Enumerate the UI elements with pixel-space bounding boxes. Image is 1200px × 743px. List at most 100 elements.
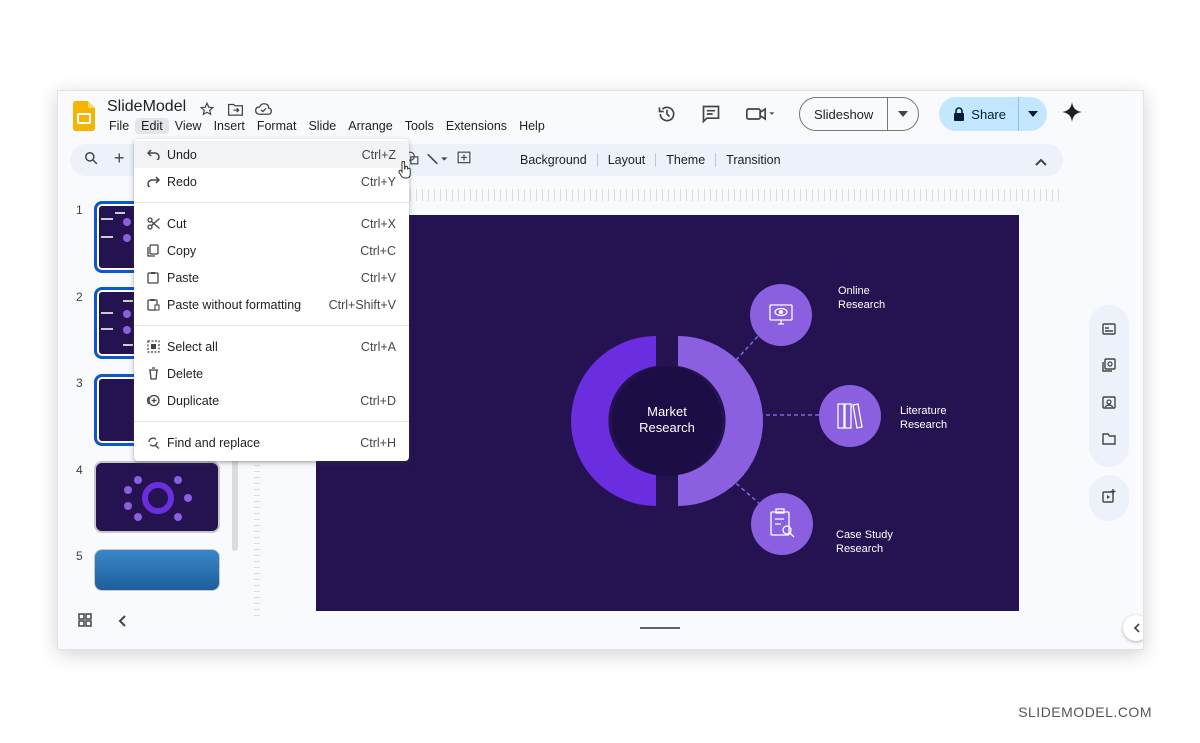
center-label: Market Research — [607, 404, 727, 436]
share-button-group: Share — [939, 97, 1047, 131]
add-comment-icon[interactable] — [457, 151, 471, 170]
slideshow-button[interactable]: Slideshow — [800, 98, 889, 130]
menu-item-label: Copy — [167, 243, 197, 258]
menu-item-label: Find and replace — [167, 435, 261, 450]
meet-camera-icon[interactable] — [743, 102, 779, 126]
menu-tools[interactable]: Tools — [399, 118, 440, 134]
new-slide-icon[interactable]: + — [114, 148, 125, 169]
menu-item-shortcut: Ctrl+H — [360, 435, 396, 450]
menu-separator — [134, 202, 409, 203]
filmstrip-controls — [78, 613, 126, 632]
menu-item-label: Paste without formatting — [167, 297, 302, 312]
node-label-line2: Research — [836, 543, 884, 555]
menu-item-paste-without-formatting[interactable]: Paste without formatting Ctrl+Shift+V — [134, 291, 409, 318]
document-title[interactable]: SlideModel — [107, 98, 186, 116]
theme-button[interactable]: Theme — [655, 153, 715, 167]
folder-icon[interactable] — [1102, 432, 1116, 450]
speaker-notes-handle[interactable] — [640, 627, 680, 629]
menu-item-select-all[interactable]: Select all Ctrl+A — [134, 333, 409, 360]
menu-format[interactable]: Format — [251, 118, 303, 134]
menu-item-shortcut: Ctrl+Shift+V — [328, 297, 396, 312]
menu-item-delete[interactable]: Delete — [134, 360, 409, 387]
menu-item-label: Duplicate — [167, 393, 220, 408]
slide-number: 3 — [76, 376, 83, 390]
slideshow-dropdown-icon[interactable] — [888, 111, 918, 117]
header-actions: Slideshow Share — [655, 97, 1047, 131]
image-library-icon[interactable] — [1102, 358, 1116, 377]
screenshot-stage: SlideModel File Edit View Insert Format … — [0, 0, 1200, 743]
menu-item-label: Delete — [167, 366, 204, 381]
menu-view[interactable]: View — [169, 118, 208, 134]
ruler-horizontal — [398, 189, 1060, 201]
select-all-icon — [146, 340, 160, 354]
undo-icon — [146, 148, 160, 162]
collapse-toolbar-icon[interactable] — [1035, 153, 1047, 171]
node-label-line2: Research — [838, 299, 886, 311]
layout-button[interactable]: Layout — [596, 153, 656, 167]
menu-item-redo[interactable]: Redo Ctrl+Y — [134, 168, 409, 195]
menu-item-cut[interactable]: Cut Ctrl+X — [134, 210, 409, 237]
collapse-filmstrip-icon[interactable] — [118, 614, 126, 632]
gemini-sparkle-icon[interactable] — [1061, 101, 1083, 128]
menu-bar: File Edit View Insert Format Slide Arran… — [103, 118, 551, 134]
collapse-side-panel-button[interactable] — [1123, 615, 1143, 641]
keep-notes-icon[interactable] — [1102, 322, 1116, 340]
menu-item-find-and-replace[interactable]: Find and replace Ctrl+H — [134, 429, 409, 456]
menu-item-copy[interactable]: Copy Ctrl+C — [134, 237, 409, 264]
toolbar-text-buttons: Background Layout Theme Transition — [510, 144, 791, 176]
menu-item-shortcut: Ctrl+D — [360, 393, 396, 408]
slide-thumbnail-5[interactable] — [94, 549, 220, 591]
slide-number: 5 — [76, 549, 83, 563]
node-label-line1: Literature — [900, 405, 947, 417]
menu-separator — [134, 421, 409, 422]
center-label-line1: Market — [647, 404, 687, 419]
menu-item-paste[interactable]: Paste Ctrl+V — [134, 264, 409, 291]
menu-arrange[interactable]: Arrange — [342, 118, 398, 134]
share-label: Share — [971, 106, 1006, 122]
menu-insert[interactable]: Insert — [208, 118, 251, 134]
toolbar-shape-tools — [405, 151, 471, 170]
slide-number: 4 — [76, 463, 83, 477]
menu-slide[interactable]: Slide — [302, 118, 342, 134]
menu-extensions[interactable]: Extensions — [440, 118, 513, 134]
menu-item-label: Paste — [167, 270, 199, 285]
menu-item-label: Redo — [167, 174, 197, 189]
lock-icon — [954, 107, 965, 121]
side-panel — [1089, 305, 1129, 467]
menu-item-shortcut: Ctrl+V — [360, 270, 396, 285]
menu-separator — [134, 325, 409, 326]
menu-help[interactable]: Help — [513, 118, 551, 134]
slide-canvas[interactable]: Market Research Online Research Literatu… — [316, 215, 1019, 611]
slides-logo-icon[interactable] — [73, 101, 95, 131]
slide-number: 2 — [76, 290, 83, 304]
menu-edit[interactable]: Edit — [135, 118, 169, 134]
add-media-icon[interactable] — [1102, 488, 1116, 508]
node-label-literature: Literature Research — [900, 404, 947, 432]
share-button[interactable]: Share — [939, 97, 1019, 131]
contacts-icon[interactable] — [1102, 395, 1116, 414]
clipboard-plain-icon — [146, 298, 160, 312]
menu-item-shortcut: Ctrl+A — [360, 339, 396, 354]
slide-thumbnail-4[interactable] — [94, 461, 220, 533]
menu-item-undo[interactable]: Undo Ctrl+Z — [134, 141, 409, 168]
menu-file[interactable]: File — [103, 118, 135, 134]
transition-button[interactable]: Transition — [715, 153, 790, 167]
center-label-line2: Research — [639, 420, 695, 435]
grid-view-icon[interactable] — [78, 613, 92, 632]
line-tool-icon[interactable] — [427, 152, 449, 170]
star-icon[interactable] — [198, 100, 216, 118]
cloud-saved-icon[interactable] — [254, 100, 272, 118]
menu-item-label: Undo — [167, 147, 197, 162]
node-literature — [819, 385, 881, 447]
share-dropdown-icon[interactable] — [1019, 111, 1047, 117]
menu-item-duplicate[interactable]: Duplicate Ctrl+D — [134, 387, 409, 414]
node-label-online: Online Research — [838, 284, 885, 312]
slideshow-button-group: Slideshow — [799, 97, 920, 131]
background-button[interactable]: Background — [510, 153, 597, 167]
move-folder-icon[interactable] — [226, 100, 244, 118]
comments-icon[interactable] — [699, 102, 723, 126]
search-menus-icon[interactable] — [84, 151, 98, 170]
version-history-icon[interactable] — [655, 102, 679, 126]
redo-icon — [146, 175, 160, 189]
node-label-case-study: Case Study Research — [836, 528, 893, 556]
